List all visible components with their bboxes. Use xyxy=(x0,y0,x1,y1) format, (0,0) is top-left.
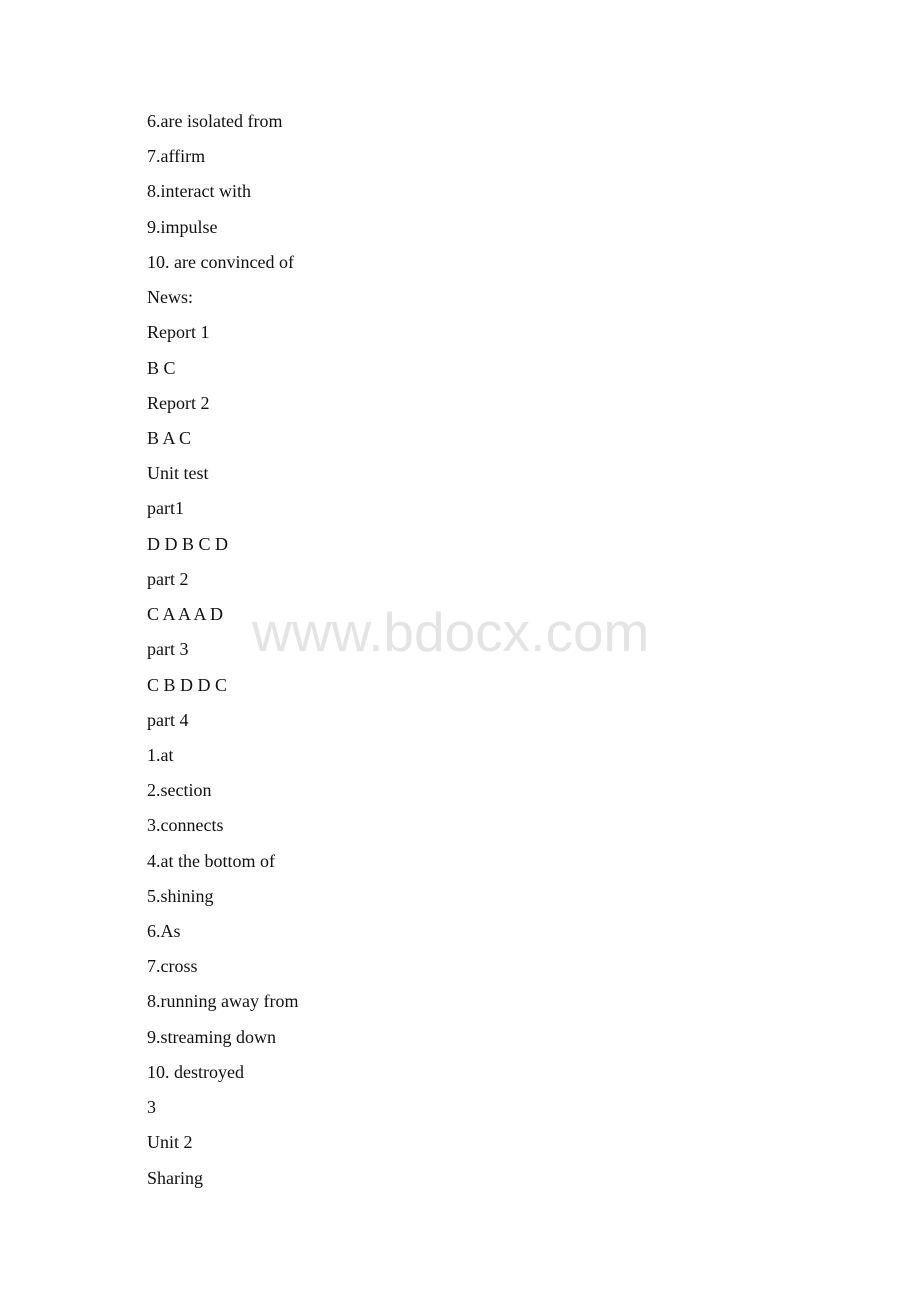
text-line: 5.shining xyxy=(147,885,214,906)
answer-line: C A A A D xyxy=(147,604,224,625)
answer-list: 6.are isolated from 7.affirm 8.interact … xyxy=(147,109,298,1201)
subheading-report-2: Report 2 xyxy=(147,392,210,413)
text-line: 3.connects xyxy=(147,815,224,836)
text-line: 4.at the bottom of xyxy=(147,850,275,871)
text-line: 6.are isolated from xyxy=(147,111,283,131)
answer-line: D D B C D xyxy=(147,533,229,554)
text-line: 6.As xyxy=(147,921,181,942)
text-line: 7.affirm xyxy=(147,146,206,167)
section-heading-unit-2: Unit 2 xyxy=(147,1132,193,1153)
section-heading-sharing: Sharing xyxy=(147,1167,203,1188)
subheading-part-2: part 2 xyxy=(147,568,189,589)
text-line: 8.running away from xyxy=(147,991,299,1012)
text-line: 8.interact with xyxy=(147,181,251,202)
document-page: 6.are isolated from 7.affirm 8.interact … xyxy=(0,0,920,1302)
section-heading-unit-test: Unit test xyxy=(147,463,209,484)
answer-line: C B D D C xyxy=(147,674,228,695)
answer-line: B C xyxy=(147,357,176,378)
subheading-part-4: part 4 xyxy=(147,709,189,730)
text-line: 10. destroyed xyxy=(147,1061,244,1082)
text-line: 2.section xyxy=(147,780,212,801)
text-line: 7.cross xyxy=(147,956,198,977)
text-line: 10. are convinced of xyxy=(147,251,294,272)
watermark: www.bdocx.com xyxy=(252,601,650,663)
text-line: 9.impulse xyxy=(147,216,218,237)
text-line: 1.at xyxy=(147,744,174,765)
page-number: 3 xyxy=(147,1097,156,1118)
subheading-part-1: part1 xyxy=(147,498,184,519)
subheading-part-3: part 3 xyxy=(147,639,189,660)
section-heading-news: News: xyxy=(147,287,193,308)
text-line: 9.streaming down xyxy=(147,1026,276,1047)
subheading-report-1: Report 1 xyxy=(147,322,210,343)
answer-line: B A C xyxy=(147,427,192,448)
